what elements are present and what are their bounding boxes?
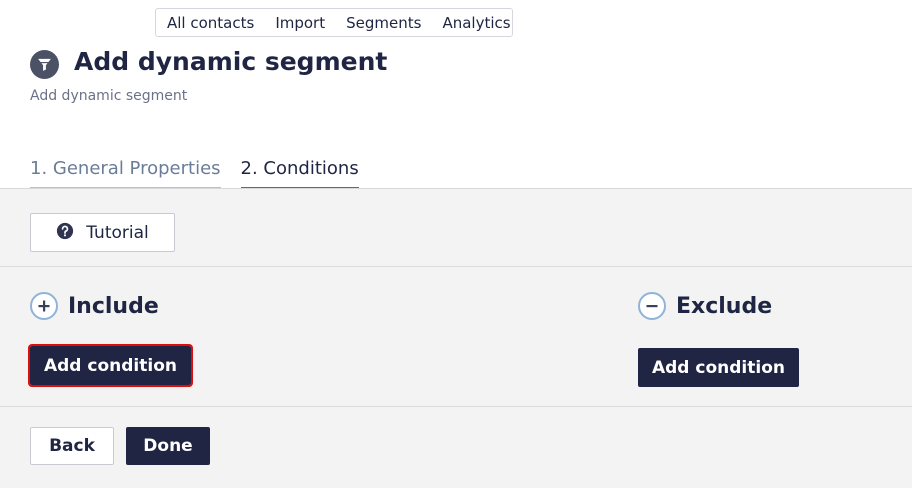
include-section-header: Include [30,292,159,320]
tutorial-button[interactable]: Tutorial [30,213,175,252]
page: All contacts Import Segments Analytics A… [0,0,912,488]
nav-analytics[interactable]: Analytics [442,14,510,32]
nav-all-contacts[interactable]: All contacts [167,14,254,32]
footer-divider [0,406,912,407]
filter-icon [30,50,59,79]
top-navigation: All contacts Import Segments Analytics [155,8,513,37]
tab-general-properties[interactable]: 1. General Properties [30,158,221,189]
tab-conditions[interactable]: 2. Conditions [240,158,359,189]
conditions-panel: Tutorial Include Exclude Add condition A… [0,189,912,488]
include-title: Include [68,293,159,319]
question-circle-icon [56,222,74,244]
exclude-section-header: Exclude [638,292,772,320]
nav-segments[interactable]: Segments [346,14,421,32]
section-divider [0,266,912,267]
page-subtitle: Add dynamic segment [30,88,188,104]
back-button[interactable]: Back [30,427,114,465]
exclude-title: Exclude [676,293,773,319]
plus-circle-icon [30,292,58,320]
minus-circle-icon [638,292,666,320]
tutorial-label: Tutorial [86,222,149,243]
page-title: Add dynamic segment [74,47,388,76]
add-include-condition-button[interactable]: Add condition [28,344,193,387]
nav-import[interactable]: Import [275,14,325,32]
add-exclude-condition-button[interactable]: Add condition [638,348,799,387]
done-button[interactable]: Done [126,427,210,465]
wizard-tabs: 1. General Properties 2. Conditions [30,158,359,189]
